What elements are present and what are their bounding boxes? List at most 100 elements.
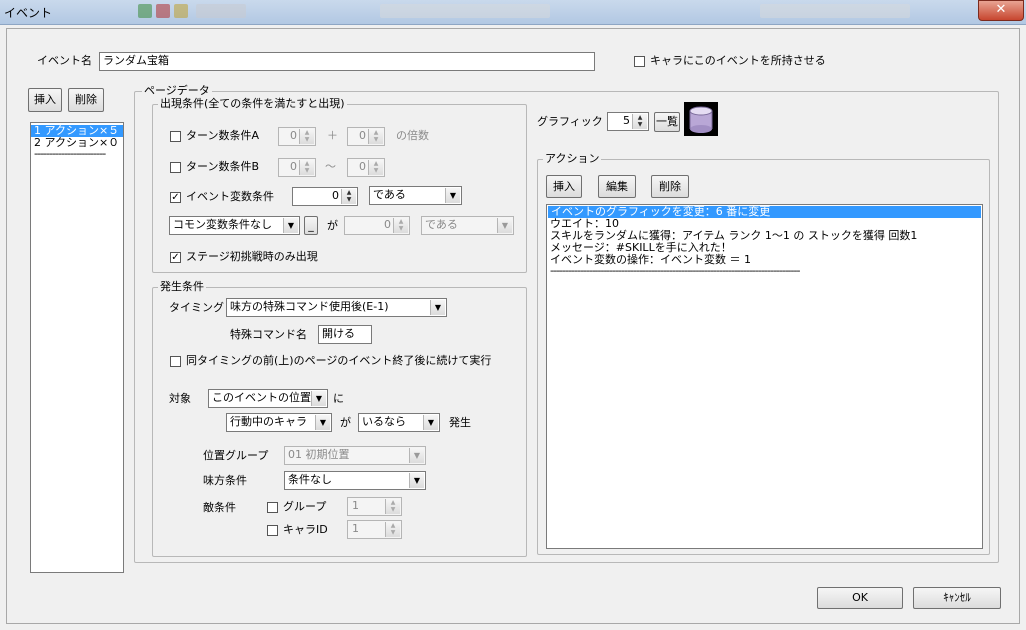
page-list[interactable]: 1 アクション×５ 2 アクション×０ --------------------…: [30, 122, 124, 573]
chevron-down-icon[interactable]: ▼: [311, 391, 326, 406]
enemy-group-value[interactable]: 1 ▲ ▼: [347, 497, 402, 516]
turn-b-checkbox[interactable]: [170, 162, 181, 173]
own-event-checkbox[interactable]: [634, 56, 645, 67]
target-select[interactable]: このイベントの位置 ▼: [208, 389, 328, 408]
graphic-list-button[interactable]: 一覧: [654, 112, 680, 132]
chevron-down-icon[interactable]: ▼: [445, 188, 460, 203]
turn-b-value2[interactable]: 0 ▲ ▼: [347, 158, 385, 177]
turn-a-label: ターン数条件A: [186, 129, 259, 142]
common-var-compare-select[interactable]: である ▼: [421, 216, 514, 235]
cancel-button[interactable]: ｷｬﾝｾﾙ: [913, 587, 1001, 609]
barrel-icon: [689, 106, 713, 133]
chara-id-value[interactable]: 1 ▲ ▼: [347, 520, 402, 539]
actor-ga: が: [340, 416, 351, 429]
spin-arrows-icon[interactable]: ▲ ▼: [393, 218, 408, 233]
chevron-down-icon[interactable]: ▼: [430, 300, 445, 315]
taskbar-decoration: [174, 4, 188, 18]
chevron-down-icon[interactable]: ▼: [315, 415, 330, 430]
appear-conditions-title: 出現条件(全ての条件を満たすと出現): [158, 97, 347, 111]
position-group-select[interactable]: 01 初期位置 ▼: [284, 446, 426, 465]
timing-select[interactable]: 味方の特殊コマンド使用後(E-1) ▼: [226, 298, 447, 317]
spin-arrows-icon[interactable]: ▲ ▼: [632, 114, 647, 129]
chevron-down-icon[interactable]: ▼: [283, 218, 298, 233]
page-delete-button[interactable]: 削除: [68, 88, 104, 112]
graphic-label: グラフィック: [537, 115, 603, 128]
event-name-label: イベント名: [37, 54, 92, 67]
chevron-down-icon[interactable]: ▼: [409, 448, 424, 463]
page-insert-button[interactable]: 挿入: [28, 88, 62, 112]
taskbar-decoration: [380, 4, 550, 18]
window-title: イベント: [4, 6, 53, 20]
spin-arrows-icon[interactable]: ▲ ▼: [341, 189, 356, 204]
enemy-condition-label: 敵条件: [203, 501, 236, 514]
event-var-checkbox[interactable]: ✓: [170, 192, 181, 203]
stage-first-checkbox[interactable]: ✓: [170, 252, 181, 263]
common-var-select[interactable]: コモン変数条件なし ▼: [169, 216, 300, 235]
page-list-item[interactable]: 2 アクション×０: [31, 137, 123, 149]
event-var-label: イベント変数条件: [186, 190, 274, 203]
taskbar-decoration: [196, 4, 246, 18]
chevron-down-icon[interactable]: ▼: [409, 473, 424, 488]
page-list-end[interactable]: ------------------------: [31, 149, 123, 161]
action-delete-button[interactable]: 削除: [651, 175, 689, 198]
condition-select[interactable]: いるなら ▼: [358, 413, 440, 432]
chara-id-checkbox[interactable]: [267, 525, 278, 536]
taskbar-decoration: [156, 4, 170, 18]
action-title: アクション: [543, 152, 602, 166]
actor-select[interactable]: 行動中のキャラ ▼: [226, 413, 332, 432]
chara-id-label: キャラID: [283, 523, 328, 536]
spin-arrows-icon[interactable]: ▲ ▼: [299, 129, 314, 144]
same-timing-checkbox[interactable]: [170, 356, 181, 367]
title-bar: イベント: [0, 0, 1026, 25]
chevron-down-icon[interactable]: ▼: [497, 218, 512, 233]
common-var-value[interactable]: 0 ▲ ▼: [344, 216, 410, 235]
enemy-group-checkbox[interactable]: [267, 502, 278, 513]
spin-arrows-icon[interactable]: ▲ ▼: [385, 522, 400, 537]
turn-a-checkbox[interactable]: [170, 131, 181, 142]
taskbar-decoration: [760, 4, 910, 18]
event-var-compare-select[interactable]: である ▼: [369, 186, 462, 205]
spin-arrows-icon[interactable]: ▲ ▼: [385, 499, 400, 514]
turn-a-value1[interactable]: 0 ▲ ▼: [278, 127, 316, 146]
action-insert-button[interactable]: 挿入: [546, 175, 582, 198]
turn-a-value2[interactable]: 0 ▲ ▼: [347, 127, 385, 146]
taskbar-decoration: [138, 4, 152, 18]
page-data-title: ページデータ: [142, 84, 212, 98]
turn-a-plus: ＋: [327, 129, 338, 142]
target-label: 対象: [169, 392, 191, 405]
turn-b-value1[interactable]: 0 ▲ ▼: [278, 158, 316, 177]
ok-button[interactable]: OK: [817, 587, 903, 609]
turn-b-tilde: ～: [325, 160, 336, 173]
special-command-input[interactable]: 開ける: [318, 325, 372, 344]
turn-b-label: ターン数条件B: [186, 160, 259, 173]
own-event-label: キャラにこのイベントを所持させる: [650, 54, 826, 67]
timing-label: タイミング: [169, 301, 224, 314]
action-list-end[interactable]: ----------------------------------------…: [547, 266, 930, 278]
action-edit-button[interactable]: 編集: [598, 175, 636, 198]
event-var-value[interactable]: 0 ▲ ▼: [292, 187, 358, 206]
special-command-label: 特殊コマンド名: [230, 328, 307, 341]
common-var-ga: が: [327, 219, 338, 232]
same-timing-label: 同タイミングの前(上)のページのイベント終了後に続けて実行: [186, 354, 492, 367]
chevron-down-icon[interactable]: ▼: [423, 415, 438, 430]
event-name-input[interactable]: ランダム宝箱: [99, 52, 595, 71]
turn-a-suffix: の倍数: [396, 129, 429, 142]
enemy-group-label: グループ: [283, 500, 327, 513]
close-icon[interactable]: ✕: [996, 2, 1007, 17]
action-list-item[interactable]: イベント変数の操作：イベント変数 ＝ 1: [547, 254, 982, 266]
occur-hassei: 発生: [449, 416, 471, 429]
target-ni: に: [333, 392, 344, 405]
ally-condition-select[interactable]: 条件なし ▼: [284, 471, 426, 490]
stage-first-label: ステージ初挑戦時のみ出現: [186, 250, 318, 263]
graphic-number[interactable]: 5 ▲ ▼: [607, 112, 649, 131]
spin-arrows-icon[interactable]: ▲ ▼: [368, 160, 383, 175]
graphic-preview: [684, 102, 718, 136]
spin-arrows-icon[interactable]: ▲ ▼: [299, 160, 314, 175]
spin-arrows-icon[interactable]: ▲ ▼: [368, 129, 383, 144]
occur-conditions-title: 発生条件: [158, 280, 206, 294]
position-group-label: 位置グループ: [203, 449, 269, 462]
ally-condition-label: 味方条件: [203, 474, 247, 487]
action-list[interactable]: イベントのグラフィックを変更：6 番に変更 ウエイト：10 スキルをランダムに獲…: [546, 204, 983, 549]
close-button[interactable]: ✕: [978, 0, 1024, 21]
common-var-small-button[interactable]: _: [304, 216, 318, 235]
